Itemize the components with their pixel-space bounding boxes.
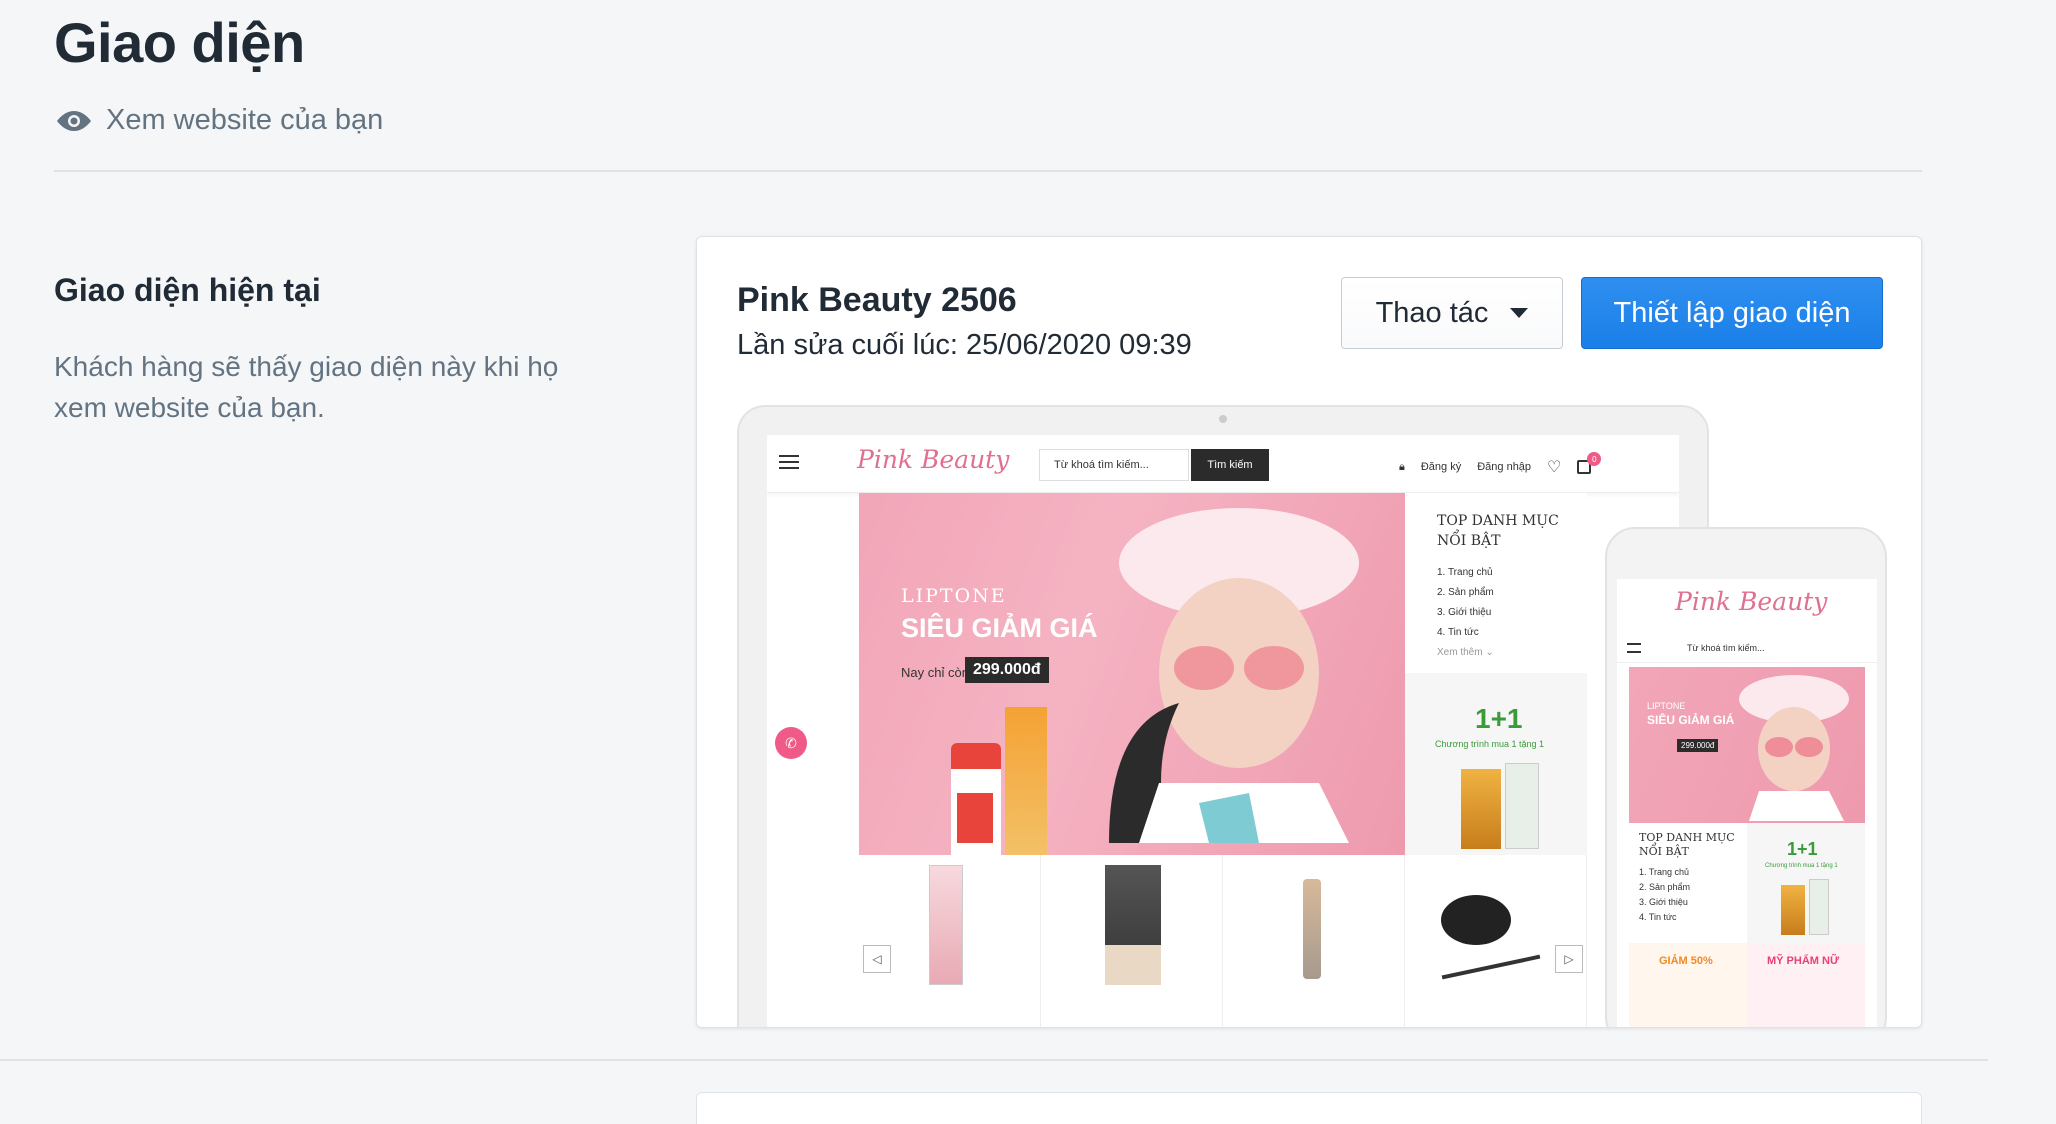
hero-price: 299.000đ: [965, 657, 1049, 683]
section-divider: [0, 1059, 1988, 1061]
mobile-logo: Pink Beauty: [1675, 587, 1828, 616]
desktop-preview-screen: Pink Beauty Từ khoá tìm kiếm... Tìm kiếm…: [767, 435, 1679, 1027]
theme-preview: Pink Beauty Từ khoá tìm kiếm... Tìm kiếm…: [737, 405, 1897, 1027]
cart-icon: 0: [1577, 452, 1602, 474]
view-website-link[interactable]: Xem website của bạn: [56, 104, 383, 137]
product-card: [859, 855, 1041, 1027]
side-item: 4. Tin tức: [1437, 627, 1479, 638]
mobile-side-item: 1. Trang chủ: [1639, 867, 1690, 877]
mobile-promo-title: 1+1: [1787, 839, 1818, 859]
menu-icon: [779, 455, 799, 469]
promo-subtitle: Chương trình mua 1 tặng 1: [1435, 739, 1544, 749]
next-section-card: [696, 1092, 1922, 1124]
preview-logo: Pink Beauty: [857, 445, 1010, 474]
actions-dropdown-button[interactable]: Thao tác: [1341, 277, 1563, 349]
current-theme-description: Khách hàng sẽ thấy giao diện này khi họ …: [54, 351, 559, 423]
mobile-promo-subtitle: Chương trình mua 1 tặng 1: [1765, 863, 1838, 869]
product-card: [1041, 855, 1223, 1027]
side-item: 2. Sản phẩm: [1437, 587, 1494, 598]
preview-product-row: ◁ ▷: [859, 855, 1587, 1027]
product-card: [1405, 855, 1587, 1027]
preview-header-links: 🔒︎ Đăng ký Đăng nhập ♡ 0: [1399, 452, 1602, 477]
promo-tube: [1461, 769, 1501, 849]
preview-site-header: Pink Beauty Từ khoá tìm kiếm... Tìm kiếm…: [767, 435, 1679, 493]
laptop-camera: [1219, 415, 1227, 423]
phone-frame: Pink Beauty Từ khoá tìm kiếm... LIPTONE …: [1605, 527, 1887, 1027]
side-category-list: 1. Trang chủ 2. Sản phẩm 3. Giới thiệu 4…: [1437, 563, 1494, 663]
side-item: 1. Trang chủ: [1437, 567, 1493, 578]
preview-search-button: Tìm kiếm: [1191, 449, 1269, 481]
mobile-side-item: 4. Tin tức: [1639, 912, 1677, 922]
customize-label: Thiết lập giao diện: [1613, 296, 1851, 329]
promo-banner: 1+1 Chương trình mua 1 tặng 1: [1405, 673, 1587, 855]
lip-product-cap: [951, 743, 1001, 769]
mobile-hero-sale: SIÊU GIẢM GIÁ: [1647, 713, 1735, 727]
customize-theme-button[interactable]: Thiết lập giao diện: [1581, 277, 1883, 349]
mobile-sale50-label: GIẢM 50%: [1659, 955, 1713, 967]
page-title: Giao diện: [54, 11, 305, 74]
preview-register: Đăng ký: [1420, 461, 1462, 473]
preview-search-input: Từ khoá tìm kiếm...: [1039, 449, 1189, 481]
mobile-sale50-banner: GIẢM 50%: [1629, 943, 1747, 1027]
mobile-side-list: 1. Trang chủ 2. Sản phẩm 3. Giới thiệu 4…: [1639, 865, 1690, 925]
mobile-menu-icon: [1627, 643, 1641, 653]
mobile-cosmetics-label: MỸ PHẨM NỮ: [1767, 955, 1840, 967]
prev-arrow-icon: ◁: [863, 945, 891, 973]
caret-down-icon: [1510, 308, 1529, 318]
mobile-model-illustration: [1739, 675, 1849, 821]
side-item: 3. Giới thiệu: [1437, 607, 1492, 618]
next-arrow-icon: ▷: [1555, 945, 1583, 973]
mobile-side-panel: TOP DANH MỤC NỔI BẬT 1. Trang chủ 2. Sản…: [1629, 823, 1747, 943]
promo-bottle: [1505, 763, 1539, 849]
view-website-label: Xem website của bạn: [106, 104, 384, 136]
current-theme-heading: Giao diện hiện tại: [54, 272, 321, 308]
promo-title: 1+1: [1475, 703, 1523, 734]
product-card: [1223, 855, 1405, 1027]
lip-product-label: [957, 793, 993, 843]
mobile-search: Từ khoá tìm kiếm...: [1687, 643, 1765, 653]
mobile-hero-brand: LIPTONE: [1647, 701, 1686, 711]
eye-icon: [57, 110, 91, 131]
hero-sale: SIÊU GIẢM GIÁ: [901, 613, 1098, 643]
mobile-cosmetics-banner: MỸ PHẨM NỮ: [1747, 943, 1865, 1027]
mobile-promo-bottle: [1809, 879, 1829, 935]
mobile-side-item: 3. Giới thiệu: [1639, 897, 1688, 907]
hero-now-label: Nay chỉ còn: [901, 665, 969, 680]
mobile-hero: LIPTONE SIÊU GIẢM GIÁ 299.000đ: [1629, 667, 1865, 823]
preview-login: Đăng nhập: [1477, 461, 1532, 473]
mobile-side-title: TOP DANH MỤC NỔI BẬT: [1639, 831, 1735, 858]
side-title: TOP DANH MỤC NỔI BẬT: [1437, 513, 1559, 549]
cart-count: 0: [1587, 452, 1602, 466]
mobile-preview-screen: Pink Beauty Từ khoá tìm kiếm... LIPTONE …: [1617, 579, 1877, 1027]
actions-label: Thao tác: [1375, 296, 1489, 329]
theme-last-edited: Lần sửa cuối lúc: 25/06/2020 09:39: [737, 329, 1192, 361]
preview-side-panel: TOP DANH MỤC NỔI BẬT 1. Trang chủ 2. Sản…: [1405, 493, 1587, 855]
laptop-frame: Pink Beauty Từ khoá tìm kiếm... Tìm kiếm…: [737, 405, 1709, 1027]
phone-icon: ✆: [775, 727, 807, 759]
mobile-hero-price: 299.000đ: [1677, 739, 1719, 752]
lip-product-tube: [1005, 707, 1047, 855]
hero-brand: LIPTONE: [901, 585, 1007, 607]
lock-icon: 🔒︎: [1399, 460, 1405, 473]
mobile-header-bar: Từ khoá tìm kiếm...: [1617, 633, 1877, 663]
current-theme-card: Pink Beauty 2506 Lần sửa cuối lúc: 25/06…: [696, 236, 1922, 1028]
header-divider: [54, 170, 1922, 172]
mobile-promo-tube: [1781, 885, 1805, 935]
model-illustration: [1109, 508, 1359, 843]
side-more: Xem thêm ⌄: [1437, 647, 1494, 658]
theme-name: Pink Beauty 2506: [737, 281, 1017, 319]
mobile-promo: 1+1 Chương trình mua 1 tặng 1: [1747, 823, 1865, 943]
preview-hero-banner: LIPTONE SIÊU GIẢM GIÁ Nay chỉ còn 299.00…: [859, 493, 1405, 855]
mobile-side-item: 2. Sản phẩm: [1639, 882, 1691, 892]
heart-icon: ♡: [1547, 459, 1562, 476]
